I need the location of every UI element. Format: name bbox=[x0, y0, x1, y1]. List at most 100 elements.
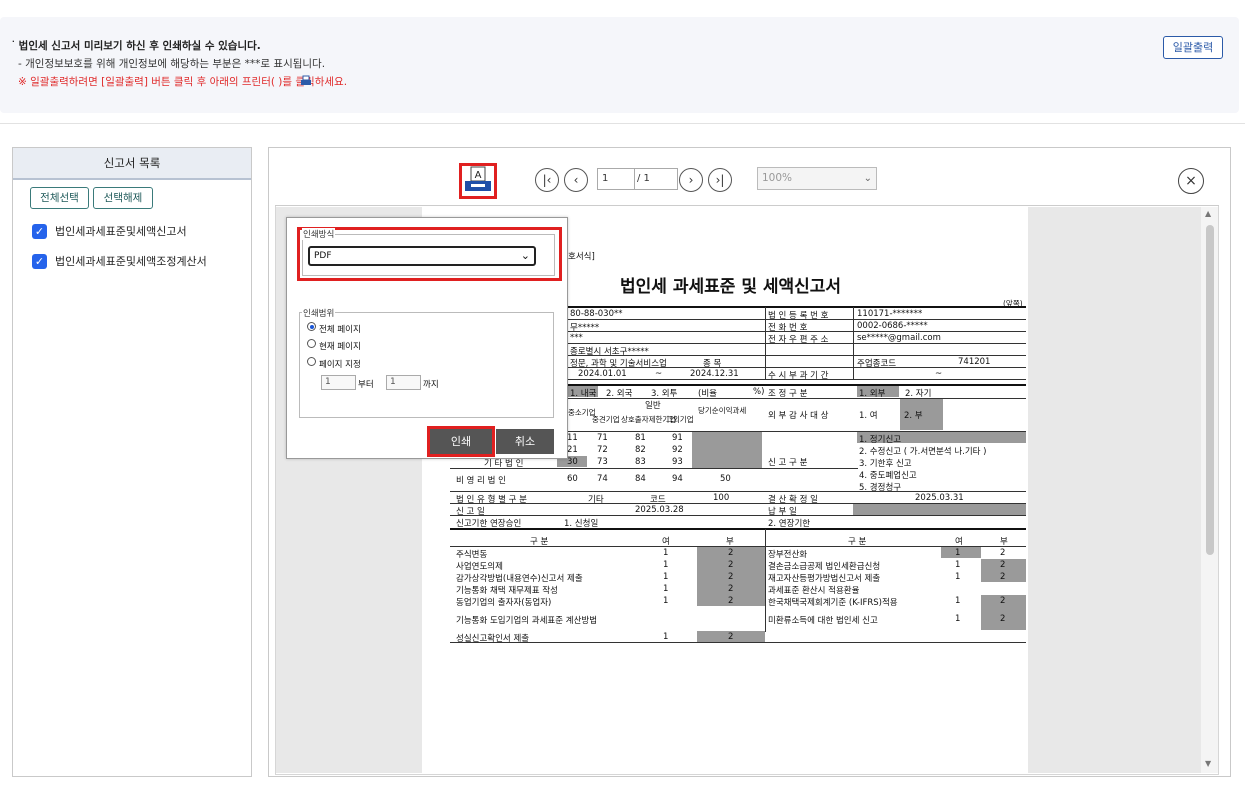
right-item: 과세표준 환산시 적용환율 bbox=[768, 586, 860, 596]
left-item-yes: 1 bbox=[663, 572, 669, 582]
print-method-value: PDF bbox=[314, 251, 332, 261]
scroll-up-icon[interactable]: ▲ bbox=[1205, 209, 1211, 218]
rule bbox=[765, 307, 766, 379]
left-item: 기능통화 도입기업의 과세표준 계산방법 bbox=[456, 616, 598, 626]
type-4: 4. 중도폐업신고 bbox=[859, 471, 917, 481]
info-line-3: ※ 일괄출력하려면 [일괄출력] 버튼 클릭 후 아래의 프린터( )를 클릭하… bbox=[18, 74, 347, 89]
shade bbox=[692, 432, 762, 468]
printer-icon: A bbox=[465, 166, 491, 191]
type-3: 3. 기한후 신고 bbox=[859, 459, 912, 469]
right-item: 장부전산화 bbox=[768, 550, 808, 560]
last-page-button[interactable]: ›| bbox=[708, 168, 732, 192]
print-confirm-button[interactable]: 인쇄 bbox=[430, 429, 492, 454]
rule bbox=[568, 306, 1026, 308]
shade bbox=[853, 504, 1026, 515]
radio-page-range[interactable] bbox=[307, 357, 316, 366]
cell: 71 bbox=[597, 433, 608, 443]
cell: 60 bbox=[567, 474, 578, 484]
cell: 74 bbox=[597, 474, 608, 484]
cell: 73 bbox=[597, 457, 608, 467]
form-tag: 호서식] bbox=[568, 252, 595, 262]
right-item-yes: 1 bbox=[955, 614, 961, 624]
right-item: 재고자산등평가방법신고서 제출 bbox=[768, 574, 881, 584]
corp-reg-label: 법 인 등 록 번 호 bbox=[768, 311, 829, 321]
left-item-yes: 1 bbox=[663, 560, 669, 570]
prev-page-button[interactable]: ‹ bbox=[564, 168, 588, 192]
scrollbar-thumb[interactable] bbox=[1206, 225, 1214, 555]
option-all-pages[interactable]: 전체 페이지 bbox=[319, 323, 361, 335]
code-value: 100 bbox=[713, 493, 730, 503]
scroll-down-icon[interactable]: ▼ bbox=[1205, 759, 1211, 768]
col-midsize: 중견기업 bbox=[592, 415, 620, 424]
range-to-input[interactable]: 1 bbox=[386, 375, 421, 390]
first-page-button[interactable]: |‹ bbox=[535, 168, 559, 192]
report-list-title: 신고서 목록 bbox=[13, 148, 251, 180]
type-label: 신 고 구 분 bbox=[768, 458, 808, 468]
radio-current-page[interactable] bbox=[307, 339, 316, 348]
period-tilde-2: ~ bbox=[935, 369, 943, 379]
info-line-3-text: ※ 일괄출력하려면 [일괄출력] 버튼 클릭 후 아래의 프린터( )를 클릭하… bbox=[18, 76, 348, 88]
phone: 0002-0686-***** bbox=[857, 321, 928, 331]
divider bbox=[0, 123, 1245, 124]
settle-value: 2025.03.31 bbox=[915, 493, 964, 503]
left-item-yes: 1 bbox=[663, 548, 669, 558]
page-total: / 1 bbox=[635, 168, 678, 190]
audit-no: 2. 부 bbox=[904, 411, 923, 421]
bulk-print-button[interactable]: 일괄출력 bbox=[1163, 36, 1223, 59]
left-item-yes: 1 bbox=[663, 596, 669, 606]
left-item-no: 2 bbox=[728, 548, 734, 558]
col-net-income: 당기순이익과세 bbox=[698, 406, 747, 415]
radio-all-pages[interactable] bbox=[307, 322, 316, 331]
cancel-button[interactable]: 취소 bbox=[496, 429, 554, 454]
left-item: 동업기업의 출자자(동업자) bbox=[456, 598, 552, 608]
option-current-page[interactable]: 현재 페이지 bbox=[319, 340, 361, 352]
zoom-select[interactable]: 100% ⌄ bbox=[757, 167, 877, 190]
filing-value: 2025.03.28 bbox=[635, 505, 684, 515]
address: 종로별시 서초구***** bbox=[570, 347, 649, 357]
report-item-1-label[interactable]: 법인세과세표준및세액신고서 bbox=[55, 223, 187, 239]
left-item-no: 2 bbox=[728, 560, 734, 570]
right-item-no: 2 bbox=[1000, 614, 1006, 624]
period-from: 2024.01.01 bbox=[578, 369, 627, 379]
corp-reg: 110171-******* bbox=[857, 309, 923, 319]
period-label: 수 시 부 과 기 간 bbox=[768, 371, 829, 381]
range-to-label: 까지 bbox=[423, 380, 439, 390]
cell: 91 bbox=[672, 433, 683, 443]
next-page-button[interactable]: › bbox=[679, 168, 703, 192]
print-method-legend: 인쇄방식 bbox=[302, 228, 336, 240]
type-1: 1. 정기신고 bbox=[859, 435, 902, 445]
info-panel: · 법인세 신고서 미리보기 하신 후 인쇄하실 수 있습니다. - 개인정보보호… bbox=[0, 17, 1239, 113]
report-list-panel: 신고서 목록 bbox=[12, 147, 252, 777]
left-item: 감가상각방법(내용연수)신고서 제출 bbox=[456, 574, 583, 584]
phone-label: 전 화 번 호 bbox=[768, 323, 808, 333]
email-label: 전 자 우 편 주 소 bbox=[768, 335, 829, 345]
rule bbox=[853, 307, 854, 379]
print-method-select[interactable]: PDF ⌄ bbox=[308, 246, 536, 266]
address-mask: *** bbox=[570, 333, 583, 343]
select-all-button[interactable]: 전체선택 bbox=[30, 187, 89, 209]
checkbox-item-1[interactable]: ✓ bbox=[32, 224, 47, 239]
print-range-legend: 인쇄범위 bbox=[302, 307, 336, 319]
option-page-range[interactable]: 페이지 지정 bbox=[319, 358, 361, 370]
chevron-down-icon: ⌄ bbox=[520, 249, 530, 262]
right-item-no: 2 bbox=[1000, 548, 1006, 558]
email: se*****@gmail.com bbox=[857, 333, 941, 343]
biz-no: 80-88-030** bbox=[570, 309, 623, 319]
right-item-yes: 1 bbox=[955, 548, 961, 558]
page-number-input[interactable]: 1 bbox=[597, 168, 635, 190]
range-from-label: 부터 bbox=[358, 380, 374, 390]
bullet: · bbox=[12, 38, 15, 46]
rule bbox=[450, 491, 1026, 492]
rule bbox=[450, 528, 1026, 530]
report-item-2-label[interactable]: 법인세과세표준및세액조정계산서 bbox=[55, 253, 207, 269]
left-item-no: 2 bbox=[728, 572, 734, 582]
deselect-button[interactable]: 선택해제 bbox=[93, 187, 153, 209]
close-icon[interactable]: × bbox=[1178, 168, 1204, 194]
right-item-yes: 1 bbox=[955, 572, 961, 582]
print-button[interactable]: A bbox=[459, 163, 497, 199]
document-title: 법인세 과세표준 및 세액신고서 bbox=[620, 277, 842, 297]
left-item: 기능통화 채택 재무제표 작성 bbox=[456, 586, 558, 596]
range-from-input[interactable]: 1 bbox=[321, 375, 356, 390]
cell: 93 bbox=[672, 457, 683, 467]
checkbox-item-2[interactable]: ✓ bbox=[32, 254, 47, 269]
